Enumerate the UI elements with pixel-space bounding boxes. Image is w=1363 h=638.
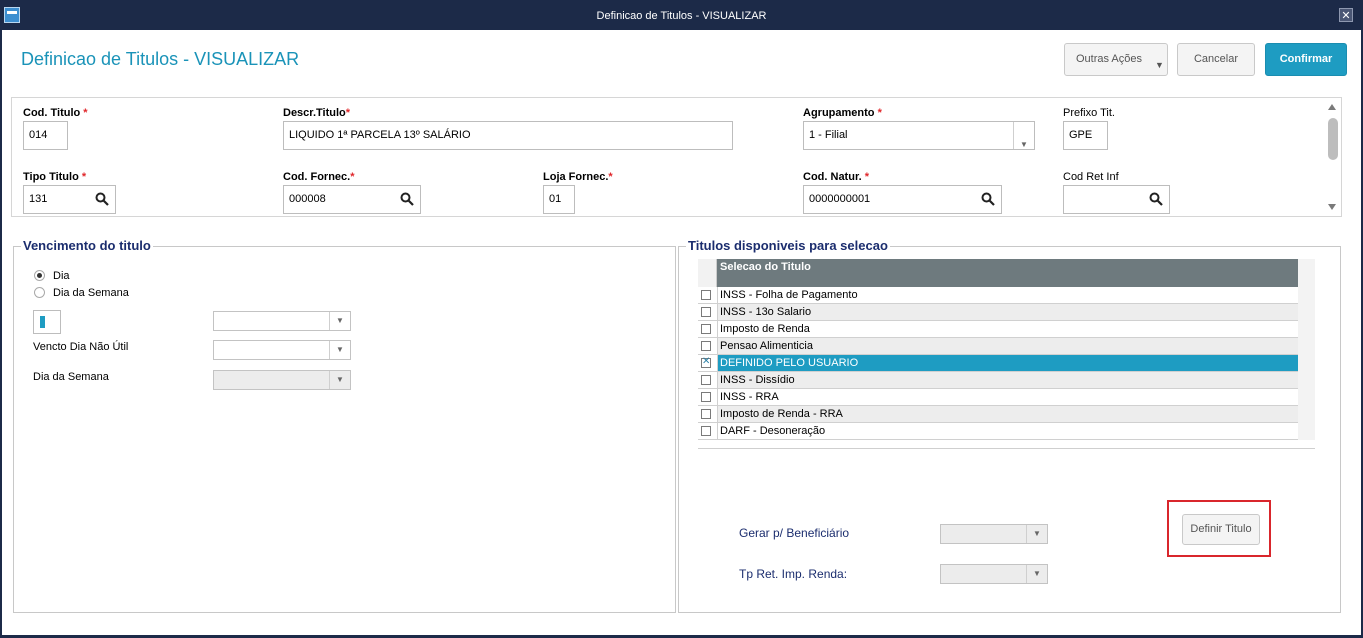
table-row[interactable]: DARF - Desoneração: [698, 423, 1298, 440]
vencto-nao-util-label: Vencto Dia Não Útil: [33, 341, 129, 353]
highlight-box: [1167, 500, 1271, 557]
cod-natur-field[interactable]: 0000000001: [803, 185, 1002, 214]
chevron-down-icon: ▼: [329, 371, 350, 389]
table-row[interactable]: INSS - RRA: [698, 389, 1298, 406]
radio-dia-semana[interactable]: [34, 287, 45, 298]
cod-natur-label: Cod. Natur. *: [803, 171, 870, 183]
table-row[interactable]: INSS - Folha de Pagamento: [698, 287, 1298, 304]
radio-dia-label: Dia: [53, 270, 70, 282]
row-checkbox[interactable]: [701, 307, 711, 317]
titulos-group-title: Titulos disponiveis para selecao: [686, 238, 890, 253]
row-checkbox[interactable]: [701, 324, 711, 334]
dia-semana-select[interactable]: ▼: [213, 370, 351, 390]
prefixo-field[interactable]: GPE: [1063, 121, 1108, 150]
row-checkbox[interactable]: [701, 375, 711, 385]
grid-bottom-divider: [698, 448, 1315, 449]
table-row[interactable]: DEFINIDO PELO USUARIO: [698, 355, 1298, 372]
chevron-down-icon: ▼: [1026, 525, 1047, 543]
loja-fornec-field[interactable]: 01: [543, 185, 575, 214]
row-checkbox[interactable]: [701, 409, 711, 419]
row-label: INSS - RRA: [717, 389, 1298, 405]
chevron-down-icon: ▼: [1013, 122, 1034, 149]
gerar-beneficiario-label: Gerar p/ Beneficiário: [739, 526, 850, 540]
row-checkbox[interactable]: [701, 426, 711, 436]
search-icon[interactable]: [1149, 192, 1163, 206]
table-row[interactable]: INSS - Dissídio: [698, 372, 1298, 389]
row-checkbox[interactable]: [701, 290, 711, 300]
cancel-button[interactable]: Cancelar: [1177, 43, 1255, 76]
loja-fornec-label: Loja Fornec.*: [543, 171, 613, 183]
cod-titulo-field[interactable]: 014: [23, 121, 68, 150]
row-label: Imposto de Renda - RRA: [717, 406, 1298, 422]
vencimento-group: [13, 246, 676, 613]
dia-semana-label: Dia da Semana: [33, 371, 109, 383]
row-label: INSS - 13o Salario: [717, 304, 1298, 320]
row-label: Pensao Alimenticia: [717, 338, 1298, 354]
table-row[interactable]: INSS - 13o Salario: [698, 304, 1298, 321]
row-checkbox[interactable]: [701, 392, 711, 402]
other-actions-button[interactable]: Outras Ações: [1064, 43, 1168, 76]
text-cursor: [40, 316, 45, 328]
table-row[interactable]: Imposto de Renda - RRA: [698, 406, 1298, 423]
tipo-titulo-field[interactable]: 131: [23, 185, 116, 214]
caret-down-icon: ▼: [1155, 60, 1164, 70]
confirm-button[interactable]: Confirmar: [1265, 43, 1347, 76]
search-icon[interactable]: [95, 192, 109, 206]
search-icon[interactable]: [400, 192, 414, 206]
row-label: Imposto de Renda: [717, 321, 1298, 337]
window-frame-left: [0, 30, 2, 638]
row-label: INSS - Folha de Pagamento: [717, 287, 1298, 303]
gerar-beneficiario-select[interactable]: ▼: [940, 524, 1048, 544]
window-title: Definicao de Titulos - VISUALIZAR: [596, 10, 767, 22]
grid-corner: [698, 259, 717, 287]
descr-titulo-label: Descr.Titulo*: [283, 107, 351, 119]
cod-fornec-label: Cod. Fornec.*: [283, 171, 355, 183]
row-checkbox[interactable]: [701, 356, 711, 368]
dia-select[interactable]: ▼: [213, 311, 351, 331]
cod-titulo-label: Cod. Titulo *: [23, 107, 88, 119]
grid-column-header[interactable]: Selecao do Titulo: [717, 259, 1298, 287]
close-icon[interactable]: ✕: [1339, 8, 1353, 22]
descr-titulo-field[interactable]: LIQUIDO 1ª PARCELA 13º SALÁRIO: [283, 121, 733, 150]
vencimento-group-title: Vencimento do titulo: [21, 238, 153, 253]
tp-ret-imp-renda-select[interactable]: ▼: [940, 564, 1048, 584]
row-label: DARF - Desoneração: [717, 423, 1298, 439]
row-label: DEFINIDO PELO USUARIO: [717, 355, 1298, 371]
grid-scroll-area: [1298, 259, 1315, 440]
radio-dia[interactable]: [34, 270, 45, 281]
table-row[interactable]: Imposto de Renda: [698, 321, 1298, 338]
table-row[interactable]: Pensao Alimenticia: [698, 338, 1298, 355]
chevron-down-icon: ▼: [1026, 565, 1047, 583]
search-icon[interactable]: [981, 192, 995, 206]
scrollbar-thumb[interactable]: [1328, 118, 1338, 160]
tipo-titulo-label: Tipo Titulo *: [23, 171, 87, 183]
page-title: Definicao de Titulos - VISUALIZAR: [21, 49, 300, 69]
chevron-down-icon: ▼: [329, 341, 350, 359]
agrupamento-select[interactable]: 1 - Filial ▼: [803, 121, 1035, 150]
chevron-down-icon: ▼: [329, 312, 350, 330]
cod-ret-inf-label: Cod Ret Inf: [1063, 171, 1119, 183]
cod-ret-inf-field[interactable]: [1063, 185, 1170, 214]
tp-ret-imp-renda-label: Tp Ret. Imp. Renda:: [739, 567, 848, 581]
vencto-nao-util-select[interactable]: ▼: [213, 340, 351, 360]
row-checkbox[interactable]: [701, 341, 711, 351]
radio-dia-semana-label: Dia da Semana: [53, 287, 129, 299]
prefixo-label: Prefixo Tit.: [1063, 107, 1115, 119]
row-label: INSS - Dissídio: [717, 372, 1298, 388]
dia-field[interactable]: [33, 310, 61, 334]
cod-fornec-field[interactable]: 000008: [283, 185, 421, 214]
agrupamento-label: Agrupamento *: [803, 107, 882, 119]
